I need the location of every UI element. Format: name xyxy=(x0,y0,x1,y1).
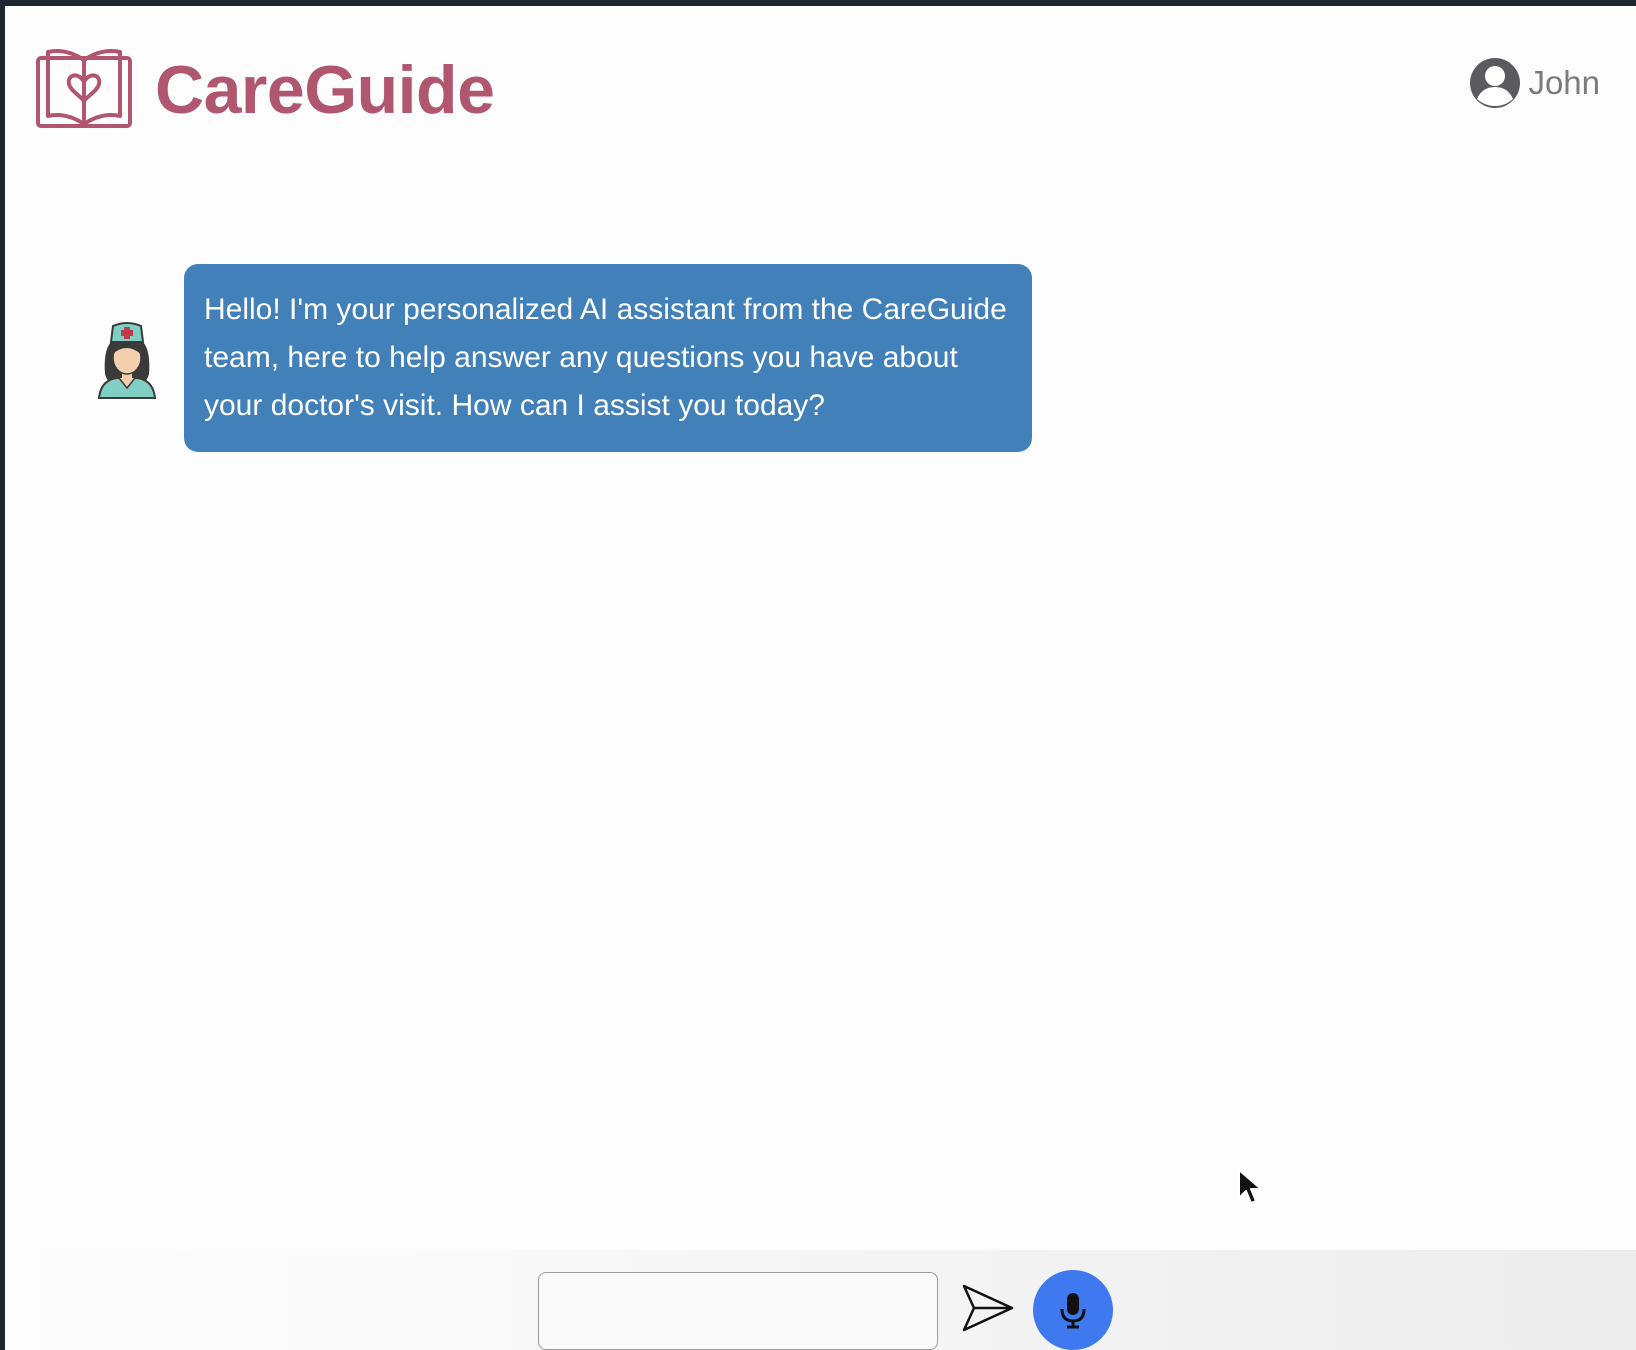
user-menu[interactable]: John xyxy=(1468,56,1600,110)
composer xyxy=(5,1250,1636,1350)
header: CareGuide John xyxy=(5,6,1636,176)
brand-name: CareGuide xyxy=(155,52,495,128)
assistant-message: Hello! I'm your personalized AI assistan… xyxy=(95,264,1032,452)
book-heart-icon xyxy=(36,49,132,128)
microphone-icon xyxy=(1060,1293,1086,1329)
brand-logo[interactable]: CareGuide xyxy=(35,46,495,134)
user-name: John xyxy=(1528,64,1600,101)
mouse-cursor-icon xyxy=(1238,1169,1262,1204)
user-circle-icon xyxy=(1470,58,1521,108)
send-icon[interactable] xyxy=(960,1280,1016,1336)
microphone-button[interactable] xyxy=(1033,1270,1113,1350)
app-window: CareGuide John Hello! I'm your personali… xyxy=(5,6,1636,1350)
nurse-avatar-icon xyxy=(97,322,157,399)
message-bubble: Hello! I'm your personalized AI assistan… xyxy=(184,264,1032,452)
message-input[interactable] xyxy=(538,1272,938,1350)
